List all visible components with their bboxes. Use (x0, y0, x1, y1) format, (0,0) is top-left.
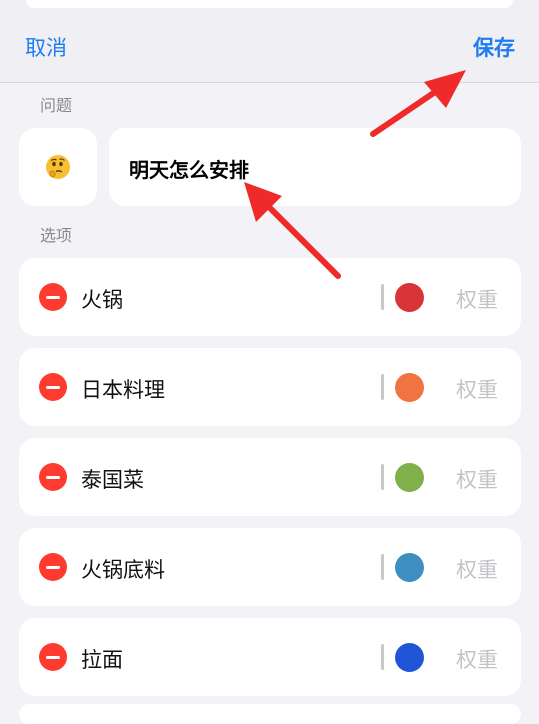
separator (381, 644, 384, 670)
question-input[interactable]: 明天怎么安排 (129, 154, 249, 183)
option-row: 日本料理 权重 (19, 348, 521, 426)
remove-option-icon[interactable] (39, 283, 67, 311)
emoji-picker-button[interactable] (19, 128, 97, 206)
nav-bar: 取消 保存 (0, 0, 539, 83)
remove-option-icon[interactable] (39, 643, 67, 671)
question-field[interactable]: 明天怎么安排 (109, 128, 521, 206)
option-color-swatch[interactable] (395, 373, 424, 402)
option-label[interactable]: 火锅 (81, 284, 123, 314)
question-section-label: 问题 (40, 96, 73, 115)
option-label[interactable]: 火锅底料 (81, 554, 165, 584)
option-color-swatch[interactable] (395, 553, 424, 582)
option-label[interactable]: 泰国菜 (81, 464, 144, 494)
remove-option-icon[interactable] (39, 553, 67, 581)
weight-input[interactable]: 权重 (456, 284, 498, 314)
separator (381, 464, 384, 490)
option-label[interactable]: 日本料理 (81, 374, 165, 404)
option-color-swatch[interactable] (395, 283, 424, 312)
thinking-face-icon (46, 155, 70, 179)
option-row: 火锅 权重 (19, 258, 521, 336)
weight-input[interactable]: 权重 (456, 644, 498, 674)
weight-input[interactable]: 权重 (456, 554, 498, 584)
option-row-partial (19, 704, 521, 724)
separator (381, 554, 384, 580)
option-row: 拉面 权重 (19, 618, 521, 696)
save-button[interactable]: 保存 (473, 32, 515, 62)
sheet-background-edge (26, 0, 513, 8)
separator (381, 374, 384, 400)
weight-input[interactable]: 权重 (456, 374, 498, 404)
option-row: 泰国菜 权重 (19, 438, 521, 516)
cancel-button[interactable]: 取消 (25, 32, 67, 62)
option-color-swatch[interactable] (395, 643, 424, 672)
option-label[interactable]: 拉面 (81, 644, 123, 674)
option-color-swatch[interactable] (395, 463, 424, 492)
remove-option-icon[interactable] (39, 463, 67, 491)
weight-input[interactable]: 权重 (456, 464, 498, 494)
remove-option-icon[interactable] (39, 373, 67, 401)
option-row: 火锅底料 权重 (19, 528, 521, 606)
options-section-label: 选项 (40, 226, 73, 245)
separator (381, 284, 384, 310)
